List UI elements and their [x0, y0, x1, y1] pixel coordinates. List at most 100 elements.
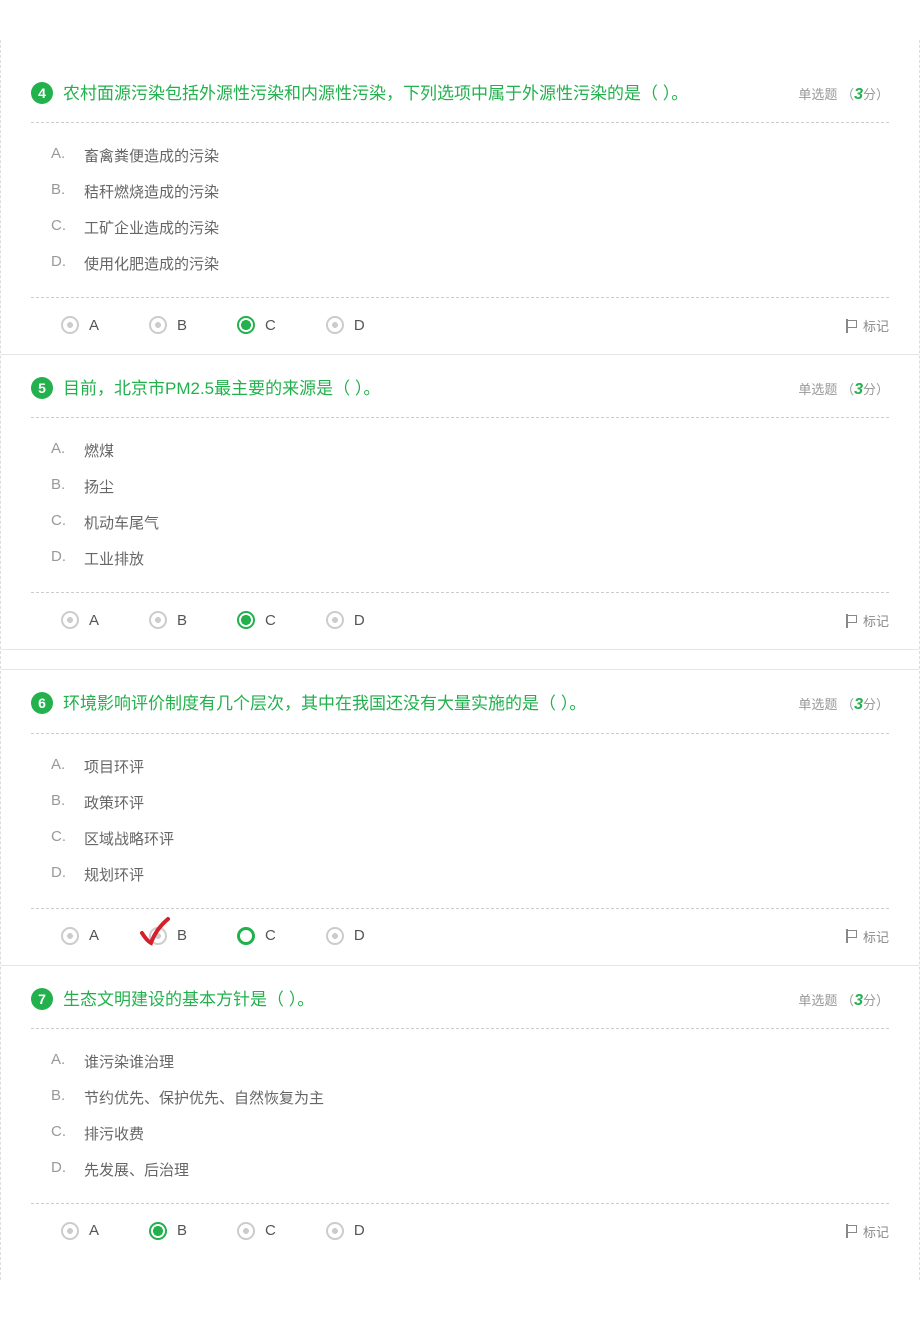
radio-option-a[interactable]: A: [61, 1222, 99, 1240]
score-prefix: （: [841, 382, 854, 397]
option-text: 工业排放: [84, 548, 144, 570]
radio-label: A: [89, 1222, 99, 1239]
option-text: 规划环评: [84, 864, 144, 886]
option-text: 秸秆燃烧造成的污染: [84, 181, 219, 203]
question-header: 4 农村面源污染包括外源性污染和内源性污染，下列选项中属于外源性污染的是（ ）。单…: [31, 80, 889, 123]
radio-icon[interactable]: [61, 611, 79, 629]
question-text: 农村面源污染包括外源性污染和内源性污染，下列选项中属于外源性污染的是（ ）。: [63, 80, 788, 107]
option-row: C.区域战略环评: [51, 821, 889, 857]
question-type-label: 单选题: [798, 697, 837, 712]
option-text: 燃煤: [84, 440, 114, 462]
radio-icon[interactable]: [237, 611, 255, 629]
question-type-label: 单选题: [798, 87, 837, 102]
radio-icon[interactable]: [237, 1222, 255, 1240]
option-letter: A.: [51, 756, 69, 778]
question-block: 4 农村面源污染包括外源性污染和内源性污染，下列选项中属于外源性污染的是（ ）。单…: [1, 60, 919, 355]
answer-row: A B C D 标记: [31, 592, 889, 649]
score-prefix: （: [841, 697, 854, 712]
option-list: A.燃煤B.扬尘C.机动车尾气D.工业排放: [31, 418, 889, 592]
score-suffix: 分）: [863, 87, 889, 102]
radio-option-c[interactable]: C: [237, 611, 276, 629]
radio-icon[interactable]: [149, 927, 167, 945]
radio-option-d[interactable]: D: [326, 927, 365, 945]
mark-label: 标记: [863, 611, 889, 630]
radio-option-c[interactable]: C: [237, 1222, 276, 1240]
radio-icon[interactable]: [61, 927, 79, 945]
radio-option-b[interactable]: B: [149, 927, 187, 945]
radio-icon[interactable]: [149, 316, 167, 334]
option-text: 项目环评: [84, 756, 144, 778]
score-value: 3: [854, 992, 863, 1009]
question-number-badge: 6: [31, 692, 53, 714]
radio-label: A: [89, 927, 99, 944]
radio-icon[interactable]: [326, 316, 344, 334]
score-suffix: 分）: [863, 382, 889, 397]
option-row: D. 先发展、后治理: [51, 1152, 889, 1188]
question-text: 目前，北京市PM2.5最主要的来源是（ ）。: [63, 375, 788, 402]
radio-label: D: [354, 612, 365, 629]
radio-label: B: [177, 927, 187, 944]
option-text: 节约优先、保护优先、自然恢复为主: [84, 1087, 324, 1109]
option-letter: D.: [51, 1159, 69, 1181]
radio-option-d[interactable]: D: [326, 316, 365, 334]
option-row: C.排污收费: [51, 1116, 889, 1152]
option-letter: A.: [51, 145, 69, 167]
radio-icon[interactable]: [326, 1222, 344, 1240]
mark-flag[interactable]: 标记: [846, 611, 889, 630]
radio-option-c[interactable]: C: [237, 316, 276, 334]
radio-label: C: [265, 1222, 276, 1239]
question-number-badge: 4: [31, 82, 53, 104]
mark-label: 标记: [863, 316, 889, 335]
section-gap: [1, 650, 919, 670]
question-type-label: 单选题: [798, 993, 837, 1008]
option-text: 排污收费: [84, 1123, 144, 1145]
question-header: 7生态文明建设的基本方针是（ ）。单选题 （3分）: [31, 986, 889, 1029]
radio-icon[interactable]: [326, 611, 344, 629]
radio-option-b[interactable]: B: [149, 316, 187, 334]
mark-flag[interactable]: 标记: [846, 1222, 889, 1241]
answer-row: A B C D 标记: [31, 908, 889, 965]
option-row: A.谁污染谁治理: [51, 1044, 889, 1080]
radio-option-a[interactable]: A: [61, 927, 99, 945]
question-number-badge: 7: [31, 988, 53, 1010]
mark-flag[interactable]: 标记: [846, 316, 889, 335]
radio-option-a[interactable]: A: [61, 611, 99, 629]
radio-label: C: [265, 612, 276, 629]
radio-option-b[interactable]: B: [149, 611, 187, 629]
radio-icon[interactable]: [237, 316, 255, 334]
radio-icon[interactable]: [326, 927, 344, 945]
option-letter: B.: [51, 1087, 69, 1109]
score-prefix: （: [841, 87, 854, 102]
option-row: B.秸秆燃烧造成的污染: [51, 174, 889, 210]
option-row: D.工业排放: [51, 541, 889, 577]
score-suffix: 分）: [863, 993, 889, 1008]
radio-option-a[interactable]: A: [61, 316, 99, 334]
option-row: A. 项目环评: [51, 749, 889, 785]
mark-flag[interactable]: 标记: [846, 927, 889, 946]
option-text: 先发展、后治理: [84, 1159, 189, 1181]
radio-icon[interactable]: [149, 1222, 167, 1240]
question-meta: 单选题 （3分）: [798, 84, 889, 104]
radio-icon[interactable]: [61, 316, 79, 334]
question-header: 6环境影响评价制度有几个层次，其中在我国还没有大量实施的是（ ）。单选题 （3分…: [31, 690, 889, 733]
option-text: 使用化肥造成的污染: [84, 253, 219, 275]
score-value: 3: [854, 381, 863, 398]
radio-option-d[interactable]: D: [326, 1222, 365, 1240]
option-letter: A.: [51, 440, 69, 462]
flag-icon: [846, 319, 858, 333]
radio-option-b[interactable]: B: [149, 1222, 187, 1240]
option-letter: C.: [51, 512, 69, 534]
score-value: 3: [854, 696, 863, 713]
question-meta: 单选题 （3分）: [798, 379, 889, 399]
radio-icon[interactable]: [237, 927, 255, 945]
radio-icon[interactable]: [61, 1222, 79, 1240]
question-text: 生态文明建设的基本方针是（ ）。: [63, 986, 788, 1013]
option-row: B.政策环评: [51, 785, 889, 821]
option-row: B. 节约优先、保护优先、自然恢复为主: [51, 1080, 889, 1116]
question-block: 7生态文明建设的基本方针是（ ）。单选题 （3分）A.谁污染谁治理B.节约优先、…: [1, 966, 919, 1260]
radio-icon[interactable]: [149, 611, 167, 629]
radio-option-d[interactable]: D: [326, 611, 365, 629]
radio-option-c[interactable]: C: [237, 927, 276, 945]
mark-label: 标记: [863, 1222, 889, 1241]
question-header: 5目前，北京市PM2.5最主要的来源是（ ）。单选题 （3分）: [31, 375, 889, 418]
